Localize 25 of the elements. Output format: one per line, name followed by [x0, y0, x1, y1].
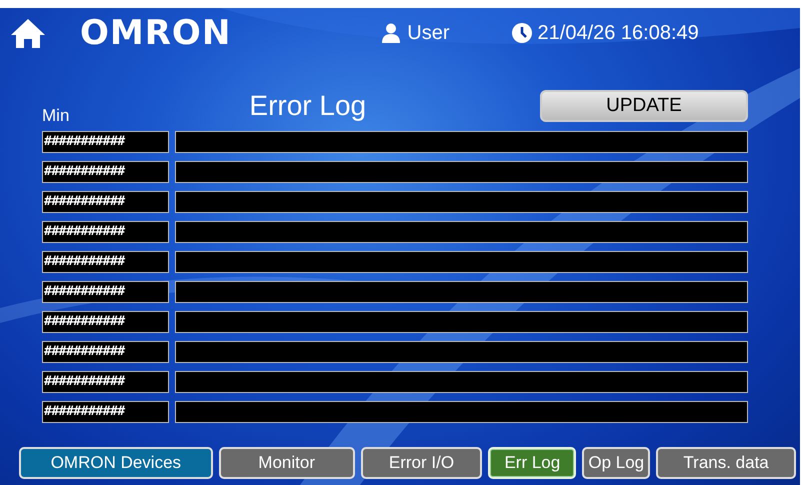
time-cell: ########### — [42, 251, 169, 273]
nav-button[interactable]: Op Log — [582, 447, 650, 479]
time-cell: ########### — [42, 311, 169, 333]
time-cell: ########### — [42, 281, 169, 303]
logo: OMRON — [80, 13, 232, 53]
date-time: 21/04/26 16:08:49 — [538, 22, 699, 44]
user-icon — [381, 23, 402, 43]
column-label: Min — [42, 106, 70, 126]
time-cell: ########### — [42, 401, 169, 423]
clock-icon — [512, 23, 532, 43]
nav-button[interactable]: Trans. data — [656, 447, 796, 479]
nav-button[interactable]: Monitor — [218, 447, 355, 479]
user-name: User — [407, 22, 450, 44]
time-cell: ########### — [42, 341, 169, 363]
time-cell: ########### — [42, 191, 169, 213]
time-cell: ########### — [42, 131, 169, 153]
update-button[interactable]: UPDATE — [540, 90, 748, 122]
nav-button[interactable]: Error I/O — [360, 447, 482, 479]
nav-button[interactable]: OMRON Devices — [19, 447, 213, 479]
time-cell: ########### — [42, 221, 169, 243]
time-cell: ########### — [42, 371, 169, 393]
home-icon[interactable] — [10, 17, 46, 49]
page-title: Error Log — [249, 90, 366, 122]
nav-button[interactable]: Err Log — [488, 447, 576, 479]
time-cell: ########### — [42, 161, 169, 183]
